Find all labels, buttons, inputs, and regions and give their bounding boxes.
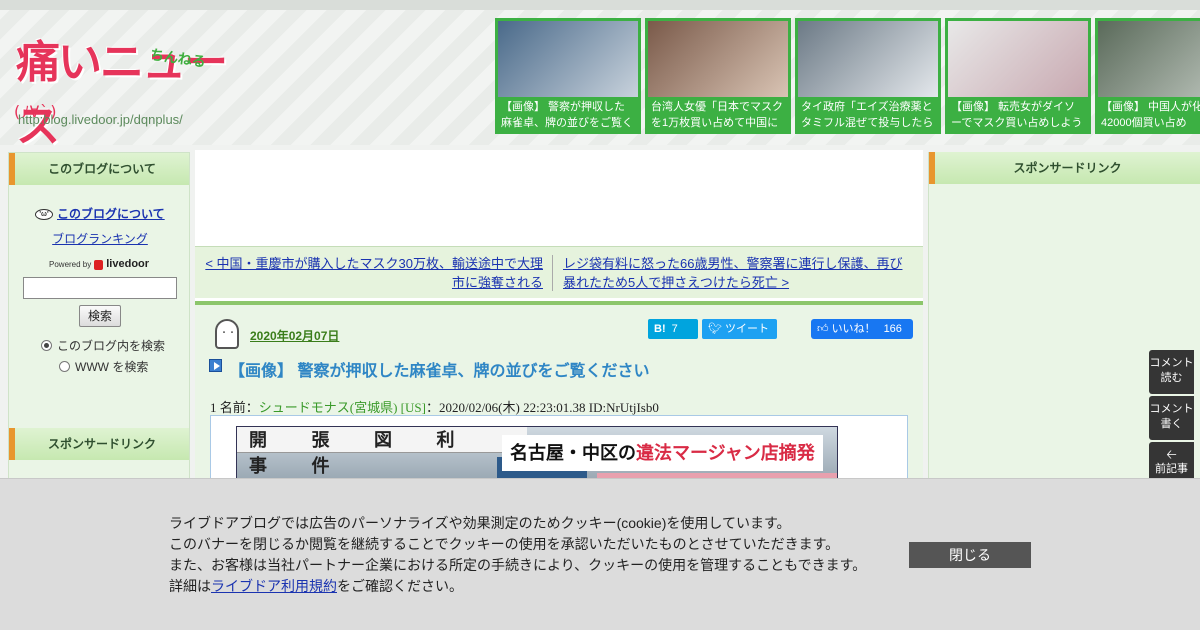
post-number: 1 名前： — [210, 400, 259, 415]
read-comments-button[interactable]: コメント読む — [1149, 350, 1194, 394]
search-input[interactable] — [23, 277, 177, 299]
post-date-id: ：2020/02/06(木) 22:23:01.38 ID:NrUtjIsb0 — [425, 400, 659, 415]
article-play-icon — [209, 359, 222, 372]
powered-by-label: Powered by — [49, 260, 92, 269]
thumbnail-caption: 【画像】 中国人が化スク42000個買い占め — [1101, 101, 1200, 129]
radio-unchecked-icon — [59, 361, 70, 372]
radio-search-blog-label: このブログ内を検索 — [57, 339, 166, 353]
ad-area — [195, 150, 923, 242]
twitter-bird-icon: 🐦︎ — [708, 323, 726, 335]
thumbnail-image — [498, 21, 638, 97]
article-title[interactable]: 【画像】 警察が押収した麻雀卓、牌の並びをご覧ください — [229, 357, 649, 381]
header-thumbnail[interactable]: 【画像】 中国人が化スク42000個買い占め — [1095, 18, 1200, 134]
hatena-bookmark-button[interactable]: B! 7 — [648, 319, 698, 339]
left-sidebar: このブログについて 'ω' このブログについて ブログランキング Powered … — [8, 152, 190, 492]
cookie-line-4-suffix: をご確認ください。 — [337, 578, 463, 594]
right-sponsor-heading: スポンサードリンク — [929, 152, 1200, 184]
header-thumbnail[interactable]: 台湾人女優「日本でマスクを1万枚買い占めて中国に — [645, 18, 791, 134]
photo-caption: 名古屋・中区の違法マージャン店摘発 — [502, 435, 823, 471]
livedoor-logo-icon — [94, 259, 104, 270]
header-thumbnail[interactable]: 【画像】 警察が押収した麻雀卓、牌の並びをご覧くだ — [495, 18, 641, 134]
cookie-line-3: また、お客様は当社パートナー企業における所定の手続きにより、クッキーの使用を管理… — [169, 557, 867, 573]
thumbnail-image — [1098, 21, 1200, 97]
about-blog-link[interactable]: 'ω' このブログについて — [35, 205, 165, 222]
terms-link[interactable]: ライブドア利用規約 — [211, 578, 337, 594]
like-count: 166 — [883, 323, 902, 335]
hatebu-count: 7 — [671, 323, 678, 335]
prev-article-link[interactable]: < 中国・重慶市が購入したマスク30万枚、輸送途中で大理市に強奪される — [205, 254, 543, 292]
next-article-link[interactable]: レジ袋有料に怒った66歳男性、警察署に連行し保護、再び暴れたため5人で押さえつけ… — [563, 254, 903, 292]
tweet-label: ツイート — [725, 323, 770, 335]
about-heading: このブログについて — [9, 153, 189, 185]
prev-next-nav: < 中国・重慶市が購入したマスク30万枚、輸送途中で大理市に強奪される レジ袋有… — [195, 246, 923, 298]
photo-caption-prefix: 名古屋・中区の — [510, 443, 636, 463]
site-logo[interactable]: 痛いニュース ちんねる (ﾉ∀`) http:blog.livedoor.jp/… — [8, 12, 238, 152]
prev-post-button[interactable]: 🡠 前記事 — [1149, 442, 1194, 482]
prev-post-label: 前記事 — [1155, 463, 1188, 475]
radio-search-blog[interactable]: このブログ内を検索 — [41, 337, 165, 354]
radio-checked-icon — [41, 340, 52, 351]
radio-search-www-label: WWW を検索 — [75, 360, 149, 374]
header-top-bar — [0, 0, 1200, 10]
powered-by-livedoor: Powered by livedoor — [49, 258, 149, 270]
like-label: いいね！ — [831, 323, 876, 335]
article-date[interactable]: 2020年02月07日 — [250, 327, 339, 344]
post-meta: 1 名前：シュードモナス(宮城県) [US]：2020/02/06(木) 22:… — [210, 397, 659, 416]
cookie-line-4-prefix: 詳細は — [169, 578, 211, 594]
thumbnail-caption: 【画像】 転売女がダイソーでマスク買い占めしようと — [951, 101, 1083, 129]
nav-divider — [552, 255, 553, 291]
thumbs-up-icon: 👍︎ — [817, 323, 832, 335]
cookie-line-4: 詳細はライブドア利用規約をご確認ください。 — [169, 576, 866, 597]
blog-ranking-link[interactable]: ブログランキング — [9, 230, 191, 247]
header-thumbnail[interactable]: 【画像】 転売女がダイソーでマスク買い占めしようと — [945, 18, 1091, 134]
mascot-icon — [215, 319, 239, 349]
photo-caption-highlight: 違法マージャン店摘発 — [636, 443, 815, 463]
search-button[interactable]: 検索 — [79, 305, 121, 327]
arrow-left-icon: 🡠 — [1166, 447, 1177, 462]
radio-search-www[interactable]: WWW を検索 — [59, 358, 148, 375]
tweet-button[interactable]: 🐦︎ ツイート — [702, 319, 777, 339]
site-header: 痛いニュース ちんねる (ﾉ∀`) http:blog.livedoor.jp/… — [0, 0, 1200, 152]
post-name: シュードモナス(宮城県) [US] — [258, 400, 426, 415]
thumbnail-image — [798, 21, 938, 97]
cookie-text: ライブドアブログでは広告のパーソナライズや効果測定のためクッキー(cookie)… — [169, 513, 866, 597]
logo-main-text: 痛いニュース — [16, 37, 228, 152]
thumbnail-image — [648, 21, 788, 97]
cookie-banner: ライブドアブログでは広告のパーソナライズや効果測定のためクッキー(cookie)… — [0, 478, 1200, 630]
article: 2020年02月07日 B! 7 🐦︎ ツイート 👍︎ いいね！ 166 【画像】 … — [195, 301, 923, 496]
thumbnail-caption: タイ政府「エイズ治療薬とタミフル混ぜて投与したら — [801, 101, 934, 129]
left-sponsor-heading: スポンサードリンク — [9, 428, 189, 460]
face-icon: 'ω' — [35, 209, 53, 221]
photo-sign-text: 開 張 図 利 事 件 — [237, 427, 527, 476]
cookie-close-button[interactable]: 閉じる — [909, 542, 1031, 568]
thumbnail-caption: 台湾人女優「日本でマスクを1万枚買い占めて中国に — [651, 101, 783, 129]
main-content: < 中国・重慶市が購入したマスク30万枚、輸送途中で大理市に強奪される レジ袋有… — [195, 150, 923, 496]
thumbnail-caption: 【画像】 警察が押収した麻雀卓、牌の並びをご覧くだ — [501, 101, 633, 129]
facebook-like-button[interactable]: 👍︎ いいね！ 166 — [811, 319, 913, 339]
hatebu-label: B! — [654, 323, 666, 335]
about-blog-link-label: このブログについて — [57, 207, 165, 221]
header-thumbnail[interactable]: タイ政府「エイズ治療薬とタミフル混ぜて投与したら — [795, 18, 941, 134]
write-comments-button[interactable]: コメント書く — [1149, 396, 1194, 440]
cookie-line-1: ライブドアブログでは広告のパーソナライズや効果測定のためクッキー(cookie)… — [169, 515, 791, 531]
cookie-line-2: このバナーを閉じるか閲覧を継続することでクッキーの使用を承認いただいたものとさせ… — [169, 536, 840, 552]
header-thumbnail-strip: 【画像】 警察が押収した麻雀卓、牌の並びをご覧くだ台湾人女優「日本でマスクを1万… — [495, 18, 1200, 136]
livedoor-label: livedoor — [106, 258, 150, 270]
logo-url-text: http:blog.livedoor.jp/dqnplus/ — [18, 112, 183, 127]
right-sidebar: スポンサードリンク — [928, 152, 1200, 492]
thumbnail-image — [948, 21, 1088, 97]
